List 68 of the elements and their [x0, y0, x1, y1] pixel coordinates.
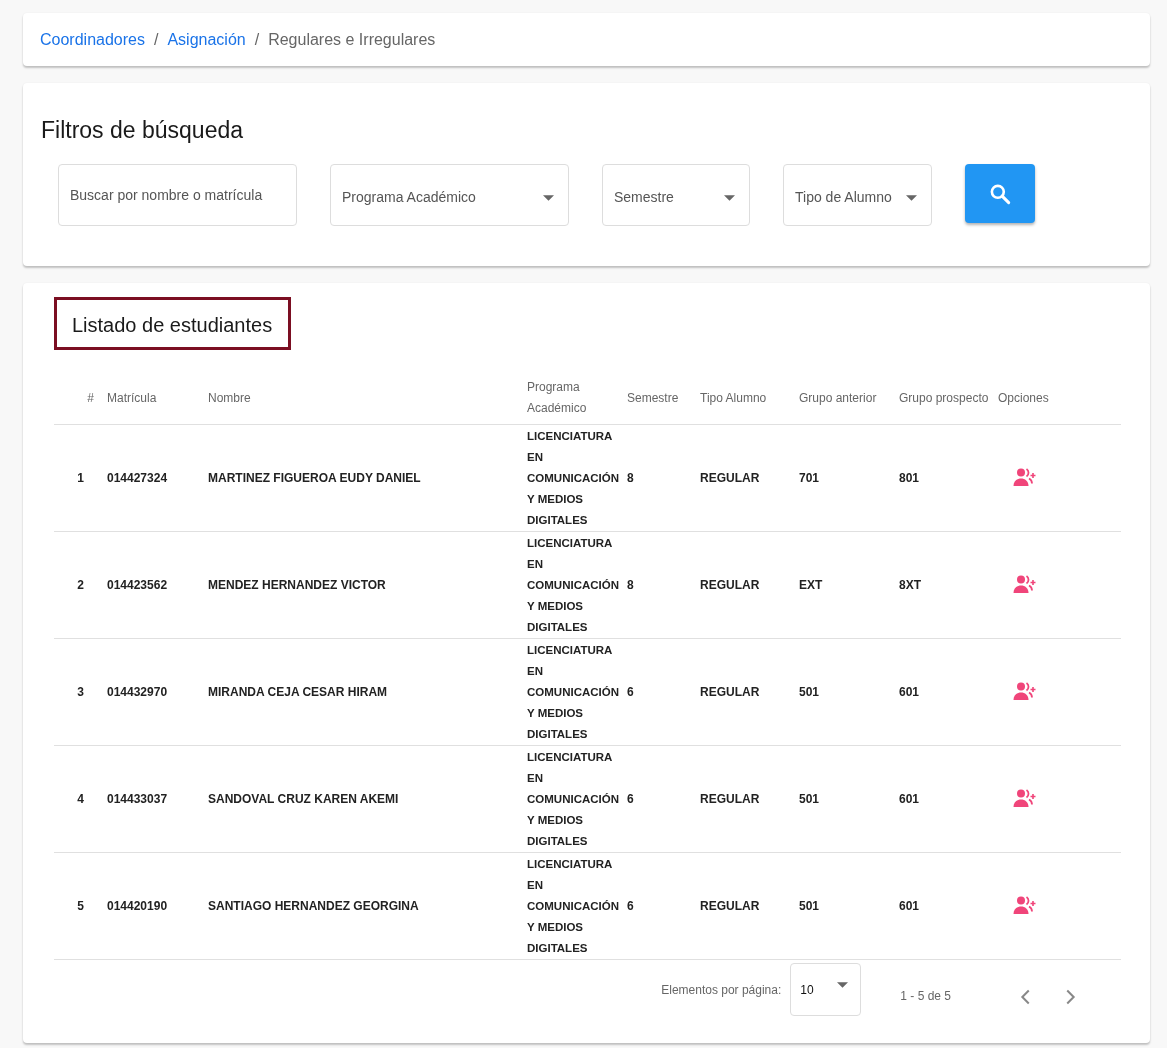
column-header: Grupo prospecto: [899, 389, 990, 407]
table-cell-text: REGULAR: [700, 578, 761, 592]
table-cell-text: 601: [899, 685, 921, 699]
caret-icon: [543, 195, 554, 201]
table-cell-text: LICENCIATURA EN COMUNICACIÓN Y MEDIOS DIGITALES: [527, 535, 620, 635]
breadcrumb-separator: /: [153, 30, 159, 49]
table-cell-text: 601: [899, 792, 921, 806]
table-cell-text: EXT: [799, 578, 824, 592]
column-header: Semestre: [627, 389, 680, 407]
section-title: Filtros de búsqueda: [41, 117, 244, 144]
table-cell-text: MIRANDA CEJA CESAR HIRAM: [208, 685, 389, 699]
breadcrumb-link[interactable]: Coordinadores: [40, 30, 145, 49]
section-title: Listado de estudiantes: [54, 297, 292, 350]
table-cell-text: 601: [899, 899, 921, 913]
table-cell-text: REGULAR: [700, 792, 761, 806]
dropdown[interactable]: Semestre: [602, 164, 750, 226]
table-cell-text: 501: [799, 792, 821, 806]
table-cell-text: 501: [799, 899, 821, 913]
search-button[interactable]: [965, 164, 1035, 223]
table-cell-text: 4: [76, 792, 85, 806]
search-field[interactable]: Buscar por nombre o matrícula: [58, 164, 297, 226]
table-cell-text: LICENCIATURA EN COMUNICACIÓN Y MEDIOS DIGITALES: [527, 428, 620, 528]
column-header: #: [86, 389, 95, 407]
table-cell-text: 6: [627, 792, 635, 806]
table-cell-text: 014420190: [107, 899, 169, 913]
column-header: Tipo Alumno: [700, 389, 768, 407]
table-cell-text: 014423562: [107, 578, 169, 592]
table-cell-text: SANTIAGO HERNANDEZ GEORGINA: [208, 899, 420, 913]
table-cell-text: 3: [76, 685, 85, 699]
table-cell-text: LICENCIATURA EN COMUNICACIÓN Y MEDIOS DIGITALES: [527, 856, 620, 956]
table-cell-text: 2: [76, 578, 85, 592]
column-header: Opciones: [998, 389, 1050, 407]
table-cell-text: REGULAR: [700, 471, 761, 485]
column-header: Programa Académico: [527, 379, 588, 417]
caret-icon: [906, 195, 917, 201]
table-cell-text: 8: [627, 578, 635, 592]
table-cell-text: MARTINEZ FIGUEROA EUDY DANIEL: [208, 471, 422, 485]
caret-icon: [724, 195, 735, 201]
column-header: Grupo anterior: [799, 389, 878, 407]
page-range: 1 - 5 de 5: [900, 988, 951, 1003]
column-header: Matrícula: [107, 389, 158, 407]
table-cell-text: 701: [799, 471, 821, 485]
table-cell-text: 8: [627, 471, 635, 485]
table-cell-text: 501: [799, 685, 821, 699]
table-cell-text: 801: [899, 471, 921, 485]
table-cell-text: MENDEZ HERNANDEZ VICTOR: [208, 578, 387, 592]
table-cell-text: 6: [627, 685, 635, 699]
breadcrumb-link[interactable]: Asignación: [167, 30, 246, 49]
table-cell-text: 014433037: [107, 792, 169, 806]
table-cell-text: 1: [76, 471, 85, 485]
dropdown[interactable]: Programa Académico: [330, 164, 569, 226]
table-cell-text: 5: [76, 899, 85, 913]
caret-icon: [837, 981, 849, 988]
table-cell-text: 014427324: [107, 471, 169, 485]
page-size-label: Elementos por página:: [661, 982, 782, 997]
table-cell-text: REGULAR: [700, 899, 761, 913]
breadcrumb-separator: /: [254, 30, 260, 49]
column-header: Nombre: [208, 389, 252, 407]
table-cell-text: 014432970: [107, 685, 169, 699]
table-cell-text: LICENCIATURA EN COMUNICACIÓN Y MEDIOS DIGITALES: [527, 749, 620, 849]
page-size-dropdown[interactable]: 10: [790, 963, 862, 1016]
table-cell-text: 6: [627, 899, 635, 913]
table-cell-text: 8XT: [899, 578, 922, 592]
table-cell-text: LICENCIATURA EN COMUNICACIÓN Y MEDIOS DIGITALES: [527, 642, 620, 742]
breadcrumb-current: Regulares e Irregulares: [268, 30, 436, 49]
table-cell-text: REGULAR: [700, 685, 761, 699]
table-cell-text: SANDOVAL CRUZ KAREN AKEMI: [208, 792, 400, 806]
dropdown[interactable]: Tipo de Alumno: [783, 164, 932, 226]
